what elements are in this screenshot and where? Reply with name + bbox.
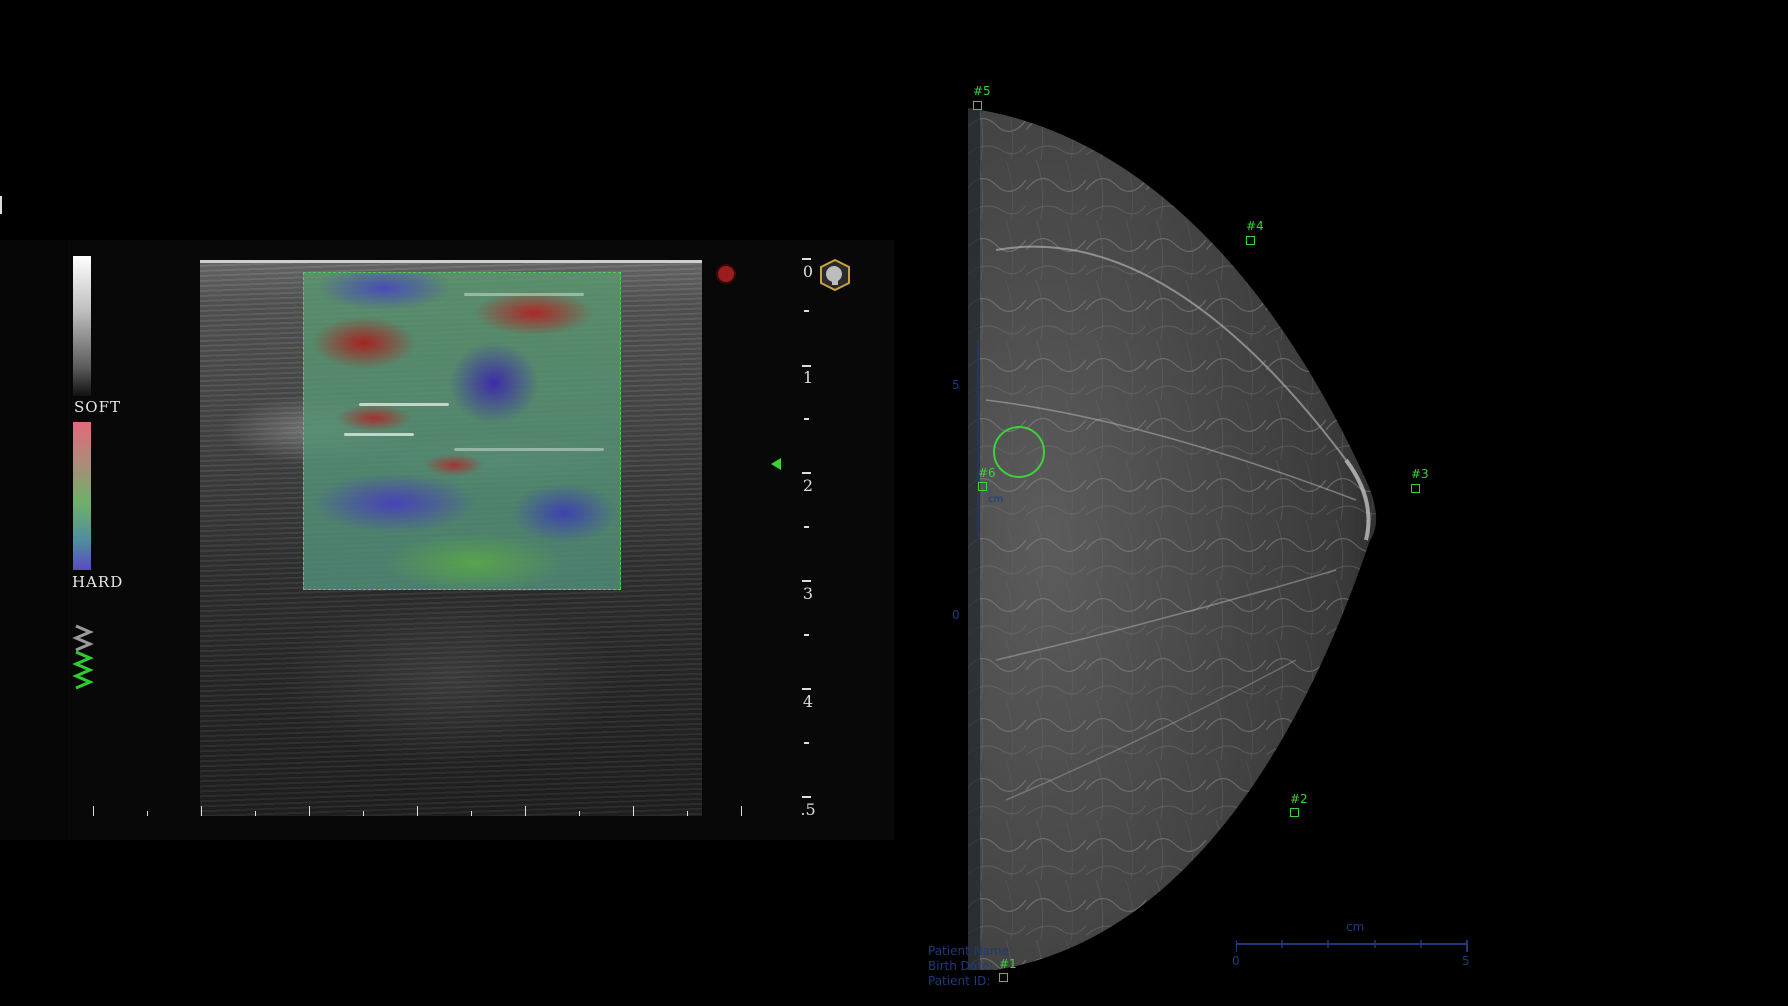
marker-label: #2 [1290,792,1308,806]
marker-label: #6 [978,466,996,480]
hard-colorbar [73,422,91,570]
marker-box[interactable] [973,101,982,110]
marker-box[interactable] [1411,484,1420,493]
marker-box[interactable] [1290,808,1299,817]
depth-tick [804,418,809,420]
marker-box[interactable] [1246,236,1255,245]
soft-colorbar [73,256,91,396]
depth-label-2: 2 [802,476,814,495]
side-scale-unit: cm [988,494,1004,505]
lesion-circle-marker[interactable] [993,426,1045,478]
depth-tick [802,365,811,367]
brain-probe-icon [820,258,850,292]
side-scale-top: 5 [952,378,960,392]
depth-tick [802,472,811,474]
mammogram-image[interactable] [966,100,1426,980]
side-scale-bottom: 0 [952,608,960,622]
depth-tick [804,634,809,636]
marker-label: #5 [973,84,991,98]
depth-label-4: 4 [802,692,814,711]
compression-wave-icon [72,624,94,690]
scale-bar [1236,940,1468,952]
patient-name-field: Patient Name: [928,944,1014,958]
depth-label-3: 3 [802,584,814,603]
depth-tick [802,258,811,260]
marker-box[interactable] [978,482,987,491]
depth-tick [804,742,809,744]
patient-id-field: Patient ID: [928,974,991,988]
hard-label: HARD [72,573,124,591]
birth-date-field: Birth Date: [928,959,994,973]
marker-label: #1 [999,957,1017,971]
scale-unit: cm [1346,920,1365,934]
lateral-ruler [80,802,820,816]
marker-label: #3 [1411,467,1429,481]
depth-tick [804,526,809,528]
skin-line [200,260,702,263]
depth-label-0: 0 [802,262,814,281]
edge-marker [0,196,2,214]
elastography-roi-box[interactable] [303,272,621,590]
soft-label: SOFT [74,398,121,416]
depth-tick [804,310,809,312]
focus-marker[interactable] [771,458,781,470]
marker-label: #4 [1246,219,1264,233]
scale-end: 5 [1462,954,1470,968]
depth-tick [802,688,811,690]
record-indicator-icon [716,264,736,284]
marker-box[interactable] [999,973,1008,982]
depth-tick [802,796,811,798]
scale-start: 0 [1232,954,1240,968]
depth-tick [802,580,811,582]
depth-label-1: 1 [802,368,814,387]
